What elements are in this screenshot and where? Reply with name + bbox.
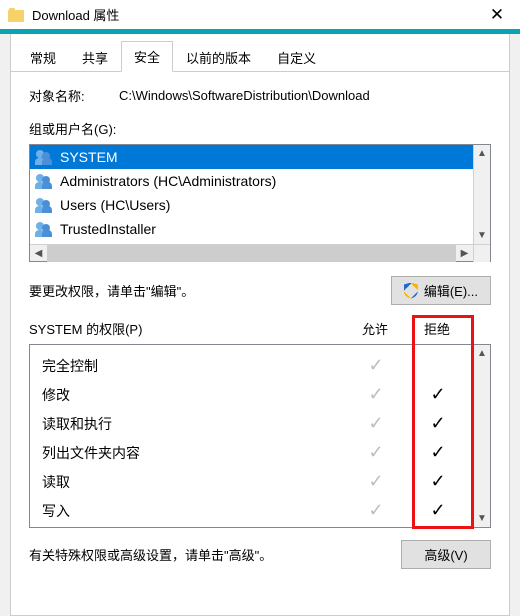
permissions-vscrollbar[interactable]: ▲ ▼: [473, 345, 490, 527]
tab-customize[interactable]: 自定义: [264, 42, 329, 72]
list-item[interactable]: Administrators (HC\Administrators): [30, 169, 473, 193]
perm-name: 列出文件夹内容: [42, 443, 345, 463]
allow-check-icon: ✓: [345, 500, 407, 521]
list-item[interactable]: TrustedInstaller: [30, 217, 473, 241]
table-row: 完全控制 ✓: [42, 351, 469, 380]
allow-column-header: 允许: [344, 319, 406, 338]
list-item-text: Users (HC\Users): [60, 197, 170, 213]
list-item-text: Administrators (HC\Administrators): [60, 173, 276, 189]
table-row: 修改 ✓ ✓: [42, 380, 469, 409]
deny-check-icon: ✓: [407, 442, 469, 463]
perm-name: 读取和执行: [42, 414, 345, 434]
tab-previous-versions[interactable]: 以前的版本: [173, 42, 264, 72]
permissions-list: 完全控制 ✓ 修改 ✓ ✓ 读取和执行 ✓ ✓ 列出文件夹内容 ✓ ✓: [29, 344, 491, 528]
scroll-track[interactable]: [47, 245, 456, 262]
list-item-text: TrustedInstaller: [60, 221, 156, 237]
users-icon: [36, 150, 54, 164]
allow-check-icon: ✓: [345, 384, 407, 405]
groups-label: 组或用户名(G):: [29, 119, 491, 138]
tab-general[interactable]: 常规: [17, 42, 69, 72]
deny-column-header: 拒绝: [406, 319, 468, 338]
list-item[interactable]: SYSTEM: [30, 145, 473, 169]
scroll-corner: [473, 245, 490, 262]
advanced-hint: 有关特殊权限或高级设置，请单击"高级"。: [29, 545, 401, 564]
tab-security[interactable]: 安全: [121, 41, 173, 72]
table-row: 读取和执行 ✓ ✓: [42, 409, 469, 438]
edit-button-label: 编辑(E)...: [424, 281, 478, 300]
allow-check-icon: ✓: [345, 413, 407, 434]
allow-check-icon: ✓: [345, 471, 407, 492]
advanced-button-label: 高级(V): [424, 545, 467, 564]
scroll-track[interactable]: [474, 162, 490, 227]
table-row: 列出文件夹内容 ✓ ✓: [42, 438, 469, 467]
scroll-right-icon[interactable]: ▶: [456, 248, 473, 259]
shield-icon: [404, 283, 418, 299]
scroll-up-icon[interactable]: ▲: [474, 345, 490, 362]
allow-check-icon: ✓: [345, 355, 407, 376]
permissions-header: SYSTEM 的权限(P) 允许 拒绝: [29, 319, 491, 338]
deny-check-icon: ✓: [407, 413, 469, 434]
deny-check-icon: ✓: [407, 384, 469, 405]
listbox-vscrollbar[interactable]: ▲ ▼: [473, 145, 490, 244]
listbox-hscrollbar[interactable]: ◀ ▶: [30, 244, 490, 261]
dialog-body: 常规 共享 安全 以前的版本 自定义 对象名称: C:\Windows\Soft…: [10, 34, 510, 616]
titlebar: Download 属性 ✕: [0, 0, 520, 30]
edit-hint: 要更改权限，请单击"编辑"。: [29, 281, 194, 300]
scroll-left-icon[interactable]: ◀: [30, 248, 47, 259]
tab-sharing[interactable]: 共享: [69, 42, 121, 72]
scroll-down-icon[interactable]: ▼: [474, 510, 490, 527]
tab-bar: 常规 共享 安全 以前的版本 自定义: [11, 34, 509, 72]
users-icon: [36, 222, 54, 236]
permissions-title: SYSTEM 的权限(P): [29, 319, 344, 338]
table-row: 写入 ✓ ✓: [42, 496, 469, 525]
edit-button[interactable]: 编辑(E)...: [391, 276, 491, 305]
groups-listbox[interactable]: SYSTEM Administrators (HC\Administrators…: [29, 144, 491, 262]
users-icon: [36, 198, 54, 212]
deny-check-icon: ✓: [407, 500, 469, 521]
object-name-row: 对象名称: C:\Windows\SoftwareDistribution\Do…: [29, 86, 491, 105]
object-name-label: 对象名称:: [29, 86, 119, 105]
list-item-text: SYSTEM: [60, 149, 118, 165]
perm-name: 写入: [42, 501, 345, 521]
list-item[interactable]: Users (HC\Users): [30, 193, 473, 217]
perm-name: 读取: [42, 472, 345, 492]
perm-name: 完全控制: [42, 356, 345, 376]
scroll-up-icon[interactable]: ▲: [474, 145, 490, 162]
folder-icon: [8, 8, 24, 22]
scroll-down-icon[interactable]: ▼: [474, 227, 490, 244]
advanced-button[interactable]: 高级(V): [401, 540, 491, 569]
close-icon[interactable]: ✕: [474, 0, 520, 30]
object-name-value: C:\Windows\SoftwareDistribution\Download: [119, 88, 491, 103]
allow-check-icon: ✓: [345, 442, 407, 463]
deny-check-icon: ✓: [407, 471, 469, 492]
window-title: Download 属性: [32, 5, 512, 24]
users-icon: [36, 174, 54, 188]
perm-name: 修改: [42, 385, 345, 405]
scroll-track[interactable]: [474, 362, 490, 510]
table-row: 读取 ✓ ✓: [42, 467, 469, 496]
